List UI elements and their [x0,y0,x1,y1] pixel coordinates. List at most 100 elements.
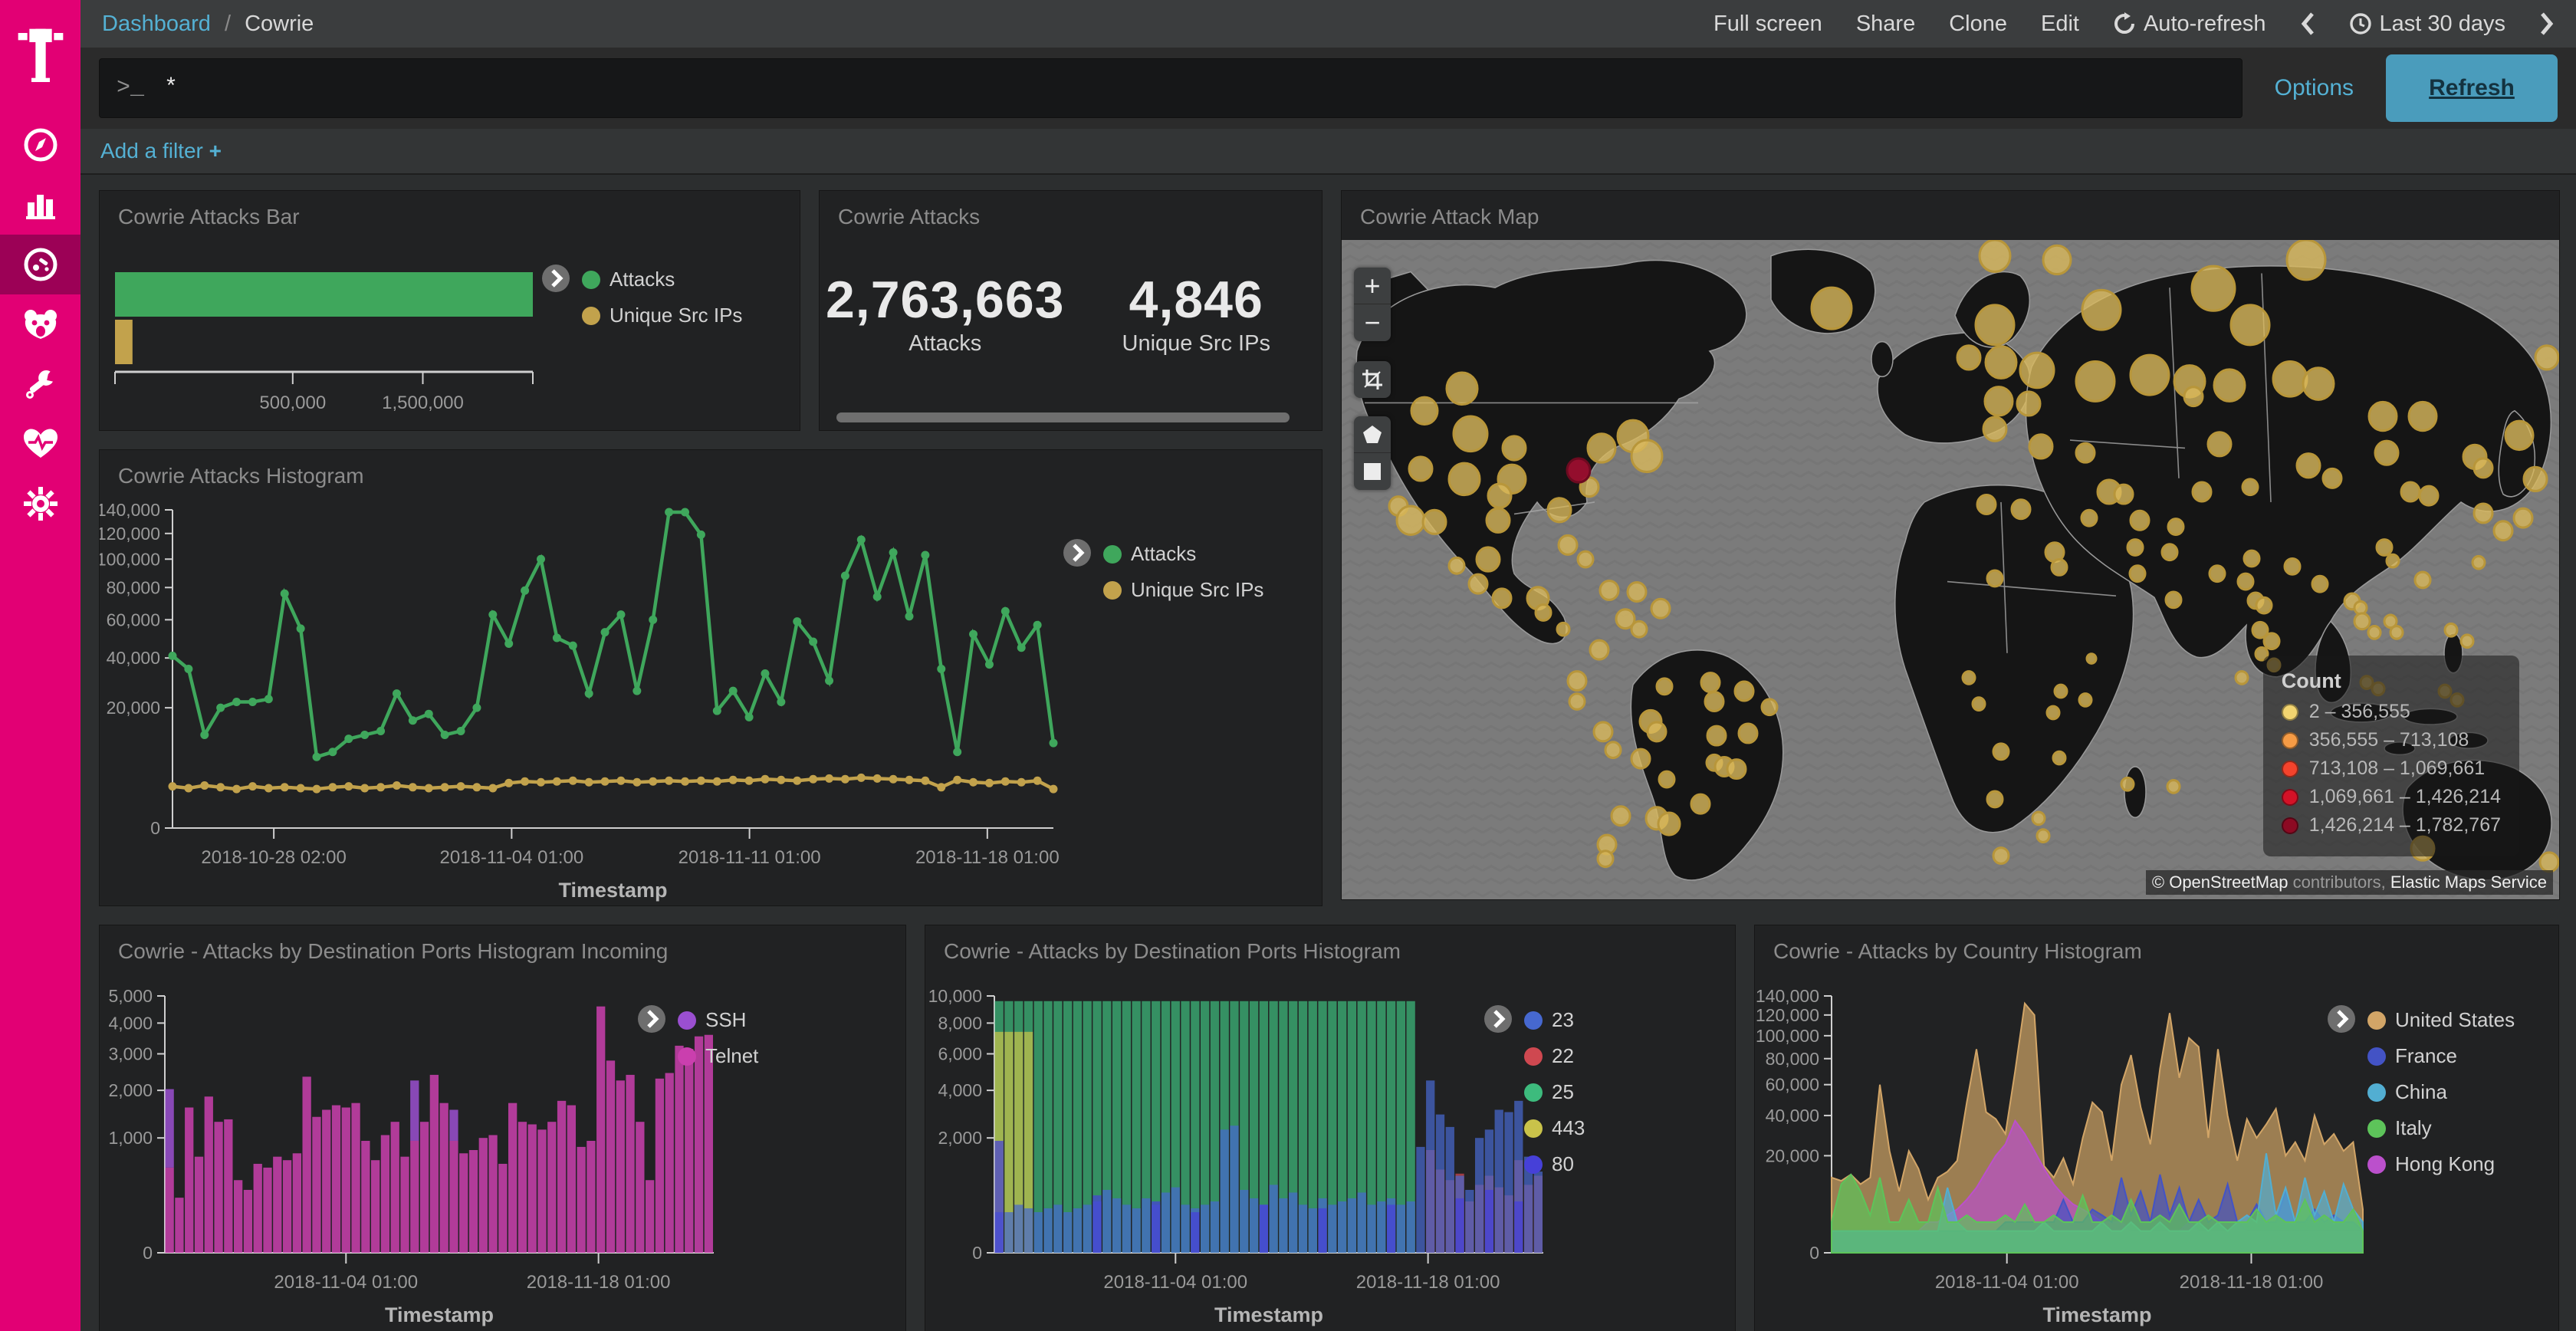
legend-rows: 2 – 356,555356,555 – 713,108713,108 – 1,… [2282,701,2501,836]
legend-item[interactable]: Attacks [582,268,742,291]
t-mobile-logo[interactable] [0,0,80,115]
svg-text:2018-11-18 01:00: 2018-11-18 01:00 [527,1272,671,1293]
legend-color-dot [582,307,600,325]
legend-collapse-button[interactable] [636,1004,667,1034]
svg-text:120,000: 120,000 [1756,1005,1819,1025]
edit-button[interactable]: Edit [2041,12,2079,37]
legend-item[interactable]: 80 [1524,1152,1585,1176]
svg-text:2018-11-04 01:00: 2018-11-04 01:00 [440,847,584,868]
legend-item[interactable]: 25 [1524,1080,1585,1104]
metric-value: 4,846 [1071,270,1322,330]
map-attribution: © OpenStreetMap contributors, Elastic Ma… [2146,870,2553,895]
sidebar-item-timelion[interactable] [0,294,80,354]
legend-color-dot [2367,1119,2386,1138]
heartbeat-icon [22,427,59,461]
bar-chart-icon [23,187,58,222]
svg-text:120,000: 120,000 [100,524,160,544]
map-legend-row: 713,108 – 1,069,661 [2282,758,2501,780]
legend-item[interactable]: 22 [1524,1044,1585,1068]
svg-text:4,000: 4,000 [938,1080,982,1100]
crop-fit-button[interactable] [1354,361,1391,398]
sidebar-item-management[interactable] [0,474,80,534]
legend-item[interactable]: Unique Src IPs [582,304,742,327]
legend-item[interactable]: Attacks [1103,542,1263,566]
legend-collapse-button[interactable] [1483,1004,1513,1034]
legend-item[interactable]: United States [2367,1008,2515,1032]
legend-item[interactable]: Italy [2367,1116,2515,1140]
legend-collapse-button[interactable] [2326,1004,2357,1034]
ports-incoming-chart: 01,0002,0003,0004,0005,0002018-11-04 01:… [100,974,905,1331]
ems-link[interactable]: Elastic Maps Service [2390,873,2547,892]
horizontal-scrollbar[interactable] [836,412,1290,422]
chart-legend: 23 22 25 443 80 [1483,1008,1585,1188]
legend-color-dot [1524,1155,1543,1174]
map-draw-controls [1354,416,1391,490]
time-forward-button[interactable] [2539,12,2555,36]
legend-item[interactable]: 443 [1524,1116,1585,1140]
sidebar-item-devtools[interactable] [0,354,80,414]
svg-text:2018-11-04 01:00: 2018-11-04 01:00 [1103,1272,1247,1293]
filter-bar: Add a filter + [80,129,2576,175]
legend-label: 25 [1552,1080,1574,1104]
legend-color-dot [582,271,600,289]
metric-value: 2,763,663 [820,270,1071,330]
chevron-right-icon [2539,12,2555,36]
legend-color-dot [678,1011,696,1030]
world-map[interactable]: + − [1342,240,2559,899]
legend-item[interactable]: Hong Kong [2367,1152,2515,1176]
panel-title: Cowrie Attacks Bar [100,191,800,240]
zoom-in-button[interactable]: + [1354,268,1391,304]
refresh-button[interactable]: Refresh [2386,54,2558,122]
time-back-button[interactable] [2300,12,2315,36]
legend-label: China [2395,1080,2447,1104]
svg-text:500,000: 500,000 [259,393,326,413]
terminal-prompt-icon: >_ [117,75,144,101]
dashboard-grid: Cowrie Attacks Bar 500,0001,500,000 Atta… [80,175,2576,1331]
legend-item[interactable]: 23 [1524,1008,1585,1032]
fullscreen-button[interactable]: Full screen [1714,12,1822,37]
svg-text:3,000: 3,000 [108,1044,153,1064]
legend-label: United States [2395,1008,2515,1032]
polygon-tool-button[interactable] [1354,416,1391,453]
legend-label: Italy [2395,1116,2432,1140]
svg-text:4,000: 4,000 [108,1013,153,1033]
legend-item[interactable]: SSH [678,1008,758,1032]
map-legend-row: 1,426,214 – 1,782,767 [2282,814,2501,836]
osm-link[interactable]: © OpenStreetMap [2152,873,2288,892]
sidebar-item-monitoring[interactable] [0,414,80,474]
legend-collapse-button[interactable] [1062,537,1092,568]
legend-item[interactable]: France [2367,1044,2515,1068]
panel-title: Cowrie - Attacks by Destination Ports Hi… [100,925,905,974]
rectangle-tool-button[interactable] [1354,453,1391,490]
add-filter-link[interactable]: Add a filter + [100,139,222,163]
lion-icon [21,307,60,342]
breadcrumb-dashboard-link[interactable]: Dashboard [102,12,211,36]
legend-collapse-button[interactable] [540,263,571,294]
svg-text:2018-11-04 01:00: 2018-11-04 01:00 [1935,1272,2079,1293]
legend-label: 443 [1552,1116,1585,1140]
timepicker-button[interactable]: Last 30 days [2349,12,2505,37]
share-button[interactable]: Share [1856,12,1915,37]
metric-attacks: 2,763,663 Attacks [820,270,1071,357]
svg-text:10,000: 10,000 [928,986,982,1006]
panel-title: Cowrie Attacks Histogram [100,450,1322,499]
legend-item[interactable]: China [2367,1080,2515,1104]
legend-item[interactable]: Unique Src IPs [1103,578,1263,602]
gear-icon [23,486,58,521]
search-input[interactable]: >_ * [99,58,2242,118]
zoom-out-button[interactable]: − [1354,304,1391,341]
options-link[interactable]: Options [2261,75,2367,101]
panel-title: Cowrie - Attacks by Destination Ports Hi… [925,925,1735,974]
t-logo-icon [16,27,65,88]
svg-text:140,000: 140,000 [1756,986,1819,1006]
map-legend-row: 356,555 – 713,108 [2282,729,2501,751]
sidebar-item-dashboard[interactable] [0,235,80,294]
legend-item[interactable]: Telnet [678,1044,758,1068]
clone-button[interactable]: Clone [1949,12,2007,37]
autorefresh-button[interactable]: Auto-refresh [2113,12,2266,37]
legend-label: Telnet [705,1044,758,1068]
map-legend-label: 1,069,661 – 1,426,214 [2309,786,2501,808]
sidebar-item-visualize[interactable] [0,175,80,235]
legend-label: 22 [1552,1044,1574,1068]
sidebar-item-discover[interactable] [0,115,80,175]
